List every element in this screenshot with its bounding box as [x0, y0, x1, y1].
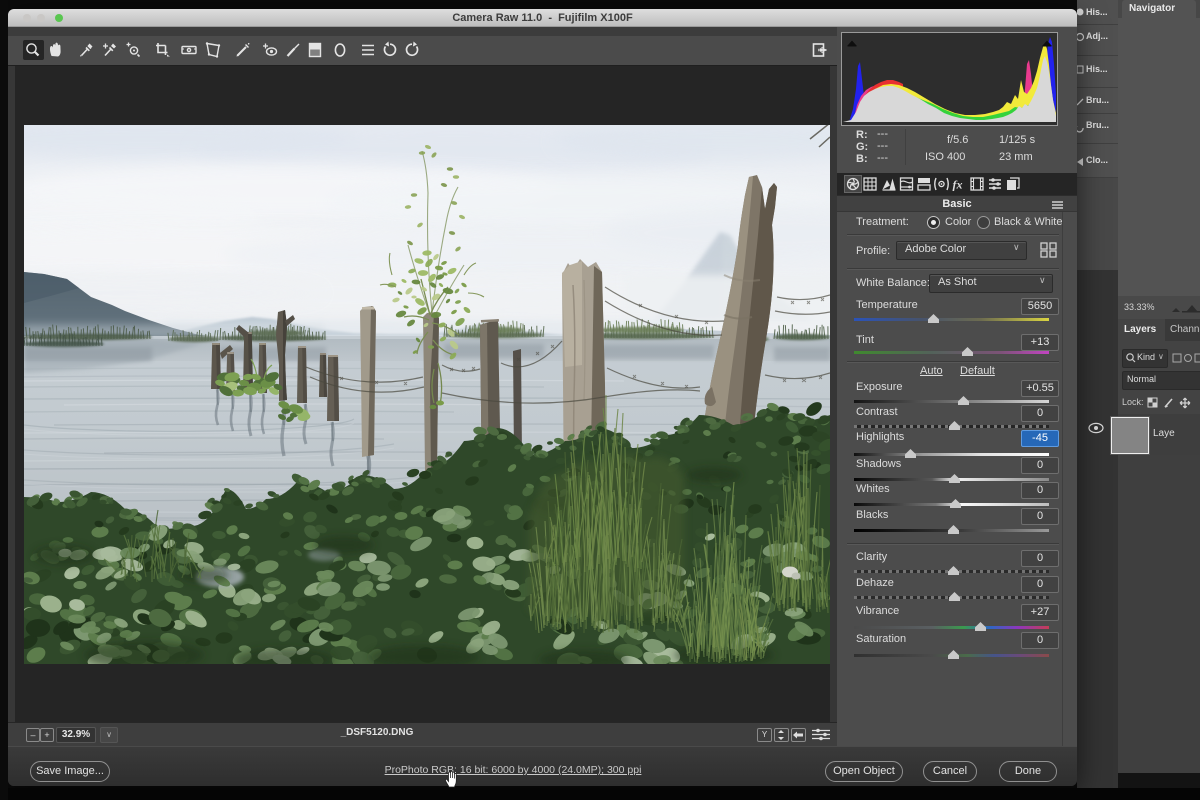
svg-text:fx: fx — [953, 178, 963, 192]
